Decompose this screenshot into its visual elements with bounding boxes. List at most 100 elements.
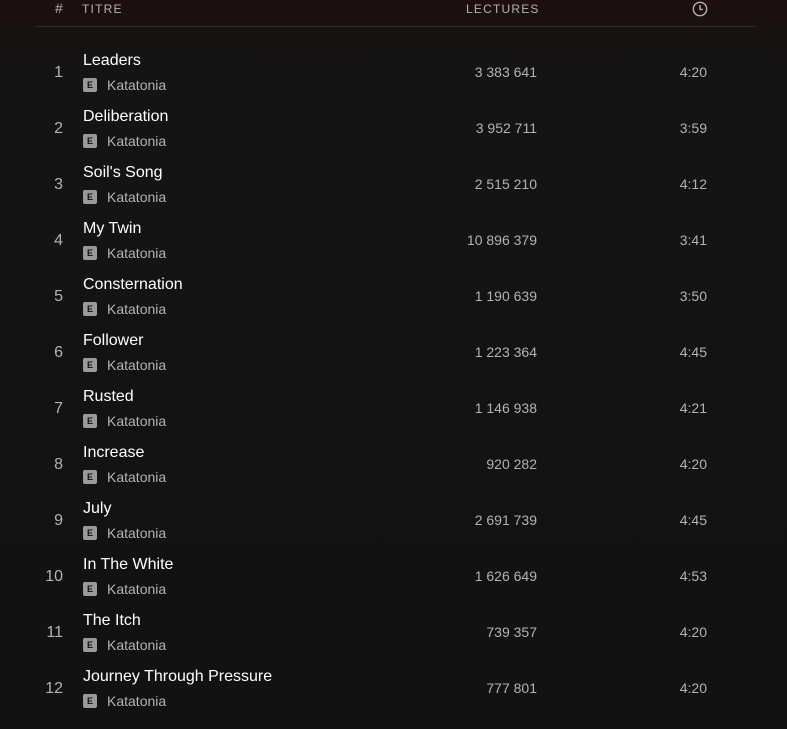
track-subtitle: E Katatonia xyxy=(83,189,166,205)
track-subtitle: E Katatonia xyxy=(83,581,166,597)
track-title[interactable]: My Twin xyxy=(83,220,141,238)
artist-link[interactable]: Katatonia xyxy=(107,637,166,653)
tracklist-header: # TITRE LECTURES xyxy=(35,0,756,27)
track-list: 1 Leaders E Katatonia 3 383 641 4:20 2 D… xyxy=(35,44,756,716)
play-count: 10 896 379 xyxy=(466,232,537,248)
track-row[interactable]: 8 Increase E Katatonia 920 282 4:20 xyxy=(35,436,756,492)
track-title[interactable]: Consternation xyxy=(83,276,183,294)
track-number: 10 xyxy=(45,568,63,585)
play-count: 2 691 739 xyxy=(474,512,537,528)
explicit-badge: E xyxy=(83,638,97,652)
explicit-badge: E xyxy=(83,582,97,596)
play-count: 1 190 639 xyxy=(474,288,537,304)
track-duration: 3:50 xyxy=(679,288,707,304)
explicit-badge: E xyxy=(83,78,97,92)
track-subtitle: E Katatonia xyxy=(83,245,166,261)
artist-link[interactable]: Katatonia xyxy=(107,525,166,541)
explicit-badge: E xyxy=(83,358,97,372)
track-duration: 4:20 xyxy=(679,624,707,640)
track-row[interactable]: 1 Leaders E Katatonia 3 383 641 4:20 xyxy=(35,44,756,100)
explicit-badge: E xyxy=(83,302,97,316)
track-duration: 3:41 xyxy=(679,232,707,248)
track-duration: 4:20 xyxy=(679,456,707,472)
track-duration: 4:12 xyxy=(679,176,707,192)
track-row[interactable]: 2 Deliberation E Katatonia 3 952 711 3:5… xyxy=(35,100,756,156)
artist-link[interactable]: Katatonia xyxy=(107,245,166,261)
artist-link[interactable]: Katatonia xyxy=(107,133,166,149)
track-row[interactable]: 6 Follower E Katatonia 1 223 364 4:45 xyxy=(35,324,756,380)
track-row[interactable]: 5 Consternation E Katatonia 1 190 639 3:… xyxy=(35,268,756,324)
artist-link[interactable]: Katatonia xyxy=(107,189,166,205)
track-number: 5 xyxy=(54,288,63,305)
clock-icon xyxy=(692,1,708,17)
track-title[interactable]: Follower xyxy=(83,332,143,350)
explicit-badge: E xyxy=(83,526,97,540)
track-title[interactable]: July xyxy=(83,500,111,518)
track-subtitle: E Katatonia xyxy=(83,693,166,709)
track-duration: 3:59 xyxy=(679,120,707,136)
track-row[interactable]: 3 Soil's Song E Katatonia 2 515 210 4:12 xyxy=(35,156,756,212)
track-number: 9 xyxy=(54,512,63,529)
track-number: 7 xyxy=(54,400,63,417)
play-count: 739 357 xyxy=(486,624,537,640)
track-title[interactable]: The Itch xyxy=(83,612,141,630)
track-duration: 4:45 xyxy=(679,512,707,528)
track-row[interactable]: 9 July E Katatonia 2 691 739 4:45 xyxy=(35,492,756,548)
play-count: 2 515 210 xyxy=(474,176,537,192)
track-row[interactable]: 12 Journey Through Pressure E Katatonia … xyxy=(35,660,756,716)
track-subtitle: E Katatonia xyxy=(83,77,166,93)
artist-link[interactable]: Katatonia xyxy=(107,581,166,597)
track-number: 12 xyxy=(45,680,63,697)
track-subtitle: E Katatonia xyxy=(83,413,166,429)
title-column-header: TITRE xyxy=(82,2,123,16)
track-title[interactable]: Leaders xyxy=(83,52,141,70)
track-row[interactable]: 4 My Twin E Katatonia 10 896 379 3:41 xyxy=(35,212,756,268)
track-duration: 4:20 xyxy=(679,64,707,80)
explicit-badge: E xyxy=(83,694,97,708)
play-count: 777 801 xyxy=(486,680,537,696)
track-subtitle: E Katatonia xyxy=(83,357,166,373)
track-row[interactable]: 10 In The White E Katatonia 1 626 649 4:… xyxy=(35,548,756,604)
track-number: 4 xyxy=(54,232,63,249)
track-duration: 4:53 xyxy=(679,568,707,584)
track-title[interactable]: Increase xyxy=(83,444,144,462)
play-count: 3 383 641 xyxy=(474,64,537,80)
track-number: 6 xyxy=(54,344,63,361)
artist-link[interactable]: Katatonia xyxy=(107,413,166,429)
track-title[interactable]: Soil's Song xyxy=(83,164,163,182)
track-number: 11 xyxy=(46,624,63,641)
play-count: 1 626 649 xyxy=(474,568,537,584)
artist-link[interactable]: Katatonia xyxy=(107,357,166,373)
track-subtitle: E Katatonia xyxy=(83,469,166,485)
track-subtitle: E Katatonia xyxy=(83,637,166,653)
explicit-badge: E xyxy=(83,414,97,428)
number-column-header: # xyxy=(55,0,63,16)
track-row[interactable]: 7 Rusted E Katatonia 1 146 938 4:21 xyxy=(35,380,756,436)
track-row[interactable]: 11 The Itch E Katatonia 739 357 4:20 xyxy=(35,604,756,660)
track-subtitle: E Katatonia xyxy=(83,133,166,149)
explicit-badge: E xyxy=(83,246,97,260)
explicit-badge: E xyxy=(83,470,97,484)
artist-link[interactable]: Katatonia xyxy=(107,77,166,93)
track-title[interactable]: In The White xyxy=(83,556,173,574)
artist-link[interactable]: Katatonia xyxy=(107,469,166,485)
play-count: 920 282 xyxy=(486,456,537,472)
explicit-badge: E xyxy=(83,190,97,204)
track-subtitle: E Katatonia xyxy=(83,525,166,541)
track-duration: 4:20 xyxy=(679,680,707,696)
track-number: 2 xyxy=(54,120,63,137)
track-subtitle: E Katatonia xyxy=(83,301,166,317)
play-count: 1 223 364 xyxy=(474,344,537,360)
track-title[interactable]: Journey Through Pressure xyxy=(83,668,272,686)
track-title[interactable]: Rusted xyxy=(83,388,134,406)
plays-column-header: LECTURES xyxy=(466,2,540,16)
track-title[interactable]: Deliberation xyxy=(83,108,168,126)
artist-link[interactable]: Katatonia xyxy=(107,301,166,317)
play-count: 1 146 938 xyxy=(474,400,537,416)
track-duration: 4:45 xyxy=(679,344,707,360)
track-number: 3 xyxy=(54,176,63,193)
tracklist-page: # TITRE LECTURES 1 Leaders E Katatonia 3… xyxy=(0,0,787,729)
track-number: 8 xyxy=(54,456,63,473)
explicit-badge: E xyxy=(83,134,97,148)
artist-link[interactable]: Katatonia xyxy=(107,693,166,709)
